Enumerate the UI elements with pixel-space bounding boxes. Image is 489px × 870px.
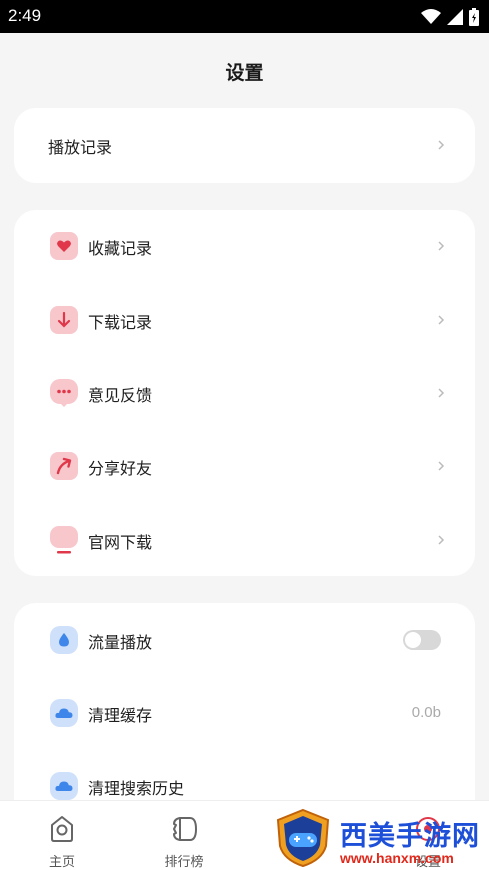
chat-bubble-icon xyxy=(50,379,78,407)
status-icons xyxy=(421,7,479,27)
menu-item-label: 流量播放 xyxy=(88,633,153,652)
chevron-right-icon xyxy=(438,315,445,325)
home-icon xyxy=(51,816,73,842)
status-time: 2:49 xyxy=(8,6,42,25)
menu-item-share[interactable]: 分享好友 xyxy=(14,446,475,486)
menu-item-play-history[interactable]: 播放记录 xyxy=(14,125,475,165)
cloud-icon xyxy=(50,772,78,800)
menu-item-label: 分享好友 xyxy=(88,459,153,478)
nav-item-home[interactable]: 主页 xyxy=(12,801,112,870)
menu-item-label: 播放记录 xyxy=(48,138,113,157)
chevron-right-icon xyxy=(438,140,445,150)
watermark-text: 西美手游网 xyxy=(340,821,480,852)
chevron-right-icon xyxy=(438,388,445,398)
toggle-knob xyxy=(405,632,421,648)
menu-item-label: 官网下载 xyxy=(88,533,153,552)
menu-item-label: 收藏记录 xyxy=(88,239,153,258)
wifi-icon xyxy=(421,9,441,24)
records-section: 收藏记录 下载记录 意见反馈 分享好友 官网下载 xyxy=(14,210,475,576)
menu-item-clear-cache[interactable]: 清理缓存 0.0b xyxy=(14,693,475,733)
watermark-url: www.hanxm.com xyxy=(340,850,454,866)
nav-item-ranking[interactable]: 排行榜 xyxy=(134,801,234,870)
share-arrow-icon xyxy=(50,452,78,480)
settings-section: 流量播放 清理缓存 0.0b 清理搜索历史 xyxy=(14,603,475,823)
water-drop-icon xyxy=(50,626,78,654)
chevron-right-icon xyxy=(438,535,445,545)
menu-item-downloads[interactable]: 下载记录 xyxy=(14,300,475,340)
menu-item-feedback[interactable]: 意见反馈 xyxy=(14,373,475,413)
playback-section: 播放记录 xyxy=(14,108,475,183)
status-bar: 2:49 xyxy=(0,0,489,33)
nav-label: 主页 xyxy=(48,855,75,870)
cellular-playback-toggle[interactable] xyxy=(403,630,441,650)
menu-item-favorites[interactable]: 收藏记录 xyxy=(14,226,475,266)
menu-item-label: 清理搜索历史 xyxy=(88,779,185,798)
battery-icon xyxy=(469,8,479,26)
cloud-icon xyxy=(50,699,78,727)
menu-item-label: 清理缓存 xyxy=(88,706,153,725)
signal-icon xyxy=(447,9,463,25)
gamepad-shield-icon xyxy=(276,808,330,868)
cache-size-value: 0.0b xyxy=(411,704,441,721)
website-icon xyxy=(50,526,78,554)
menu-item-label: 意见反馈 xyxy=(88,386,153,405)
nav-label: 排行榜 xyxy=(164,855,204,870)
ranking-icon xyxy=(173,817,197,841)
page-title: 设置 xyxy=(225,62,264,84)
menu-item-website-download[interactable]: 官网下载 xyxy=(14,520,475,560)
watermark: 西美手游网 www.hanxm.com xyxy=(270,806,489,869)
chevron-right-icon xyxy=(438,461,445,471)
menu-item-label: 下载记录 xyxy=(88,313,153,332)
menu-item-cellular-playback: 流量播放 xyxy=(14,620,475,660)
chevron-right-icon xyxy=(438,241,445,251)
heart-icon xyxy=(50,232,78,260)
download-icon xyxy=(50,306,78,334)
